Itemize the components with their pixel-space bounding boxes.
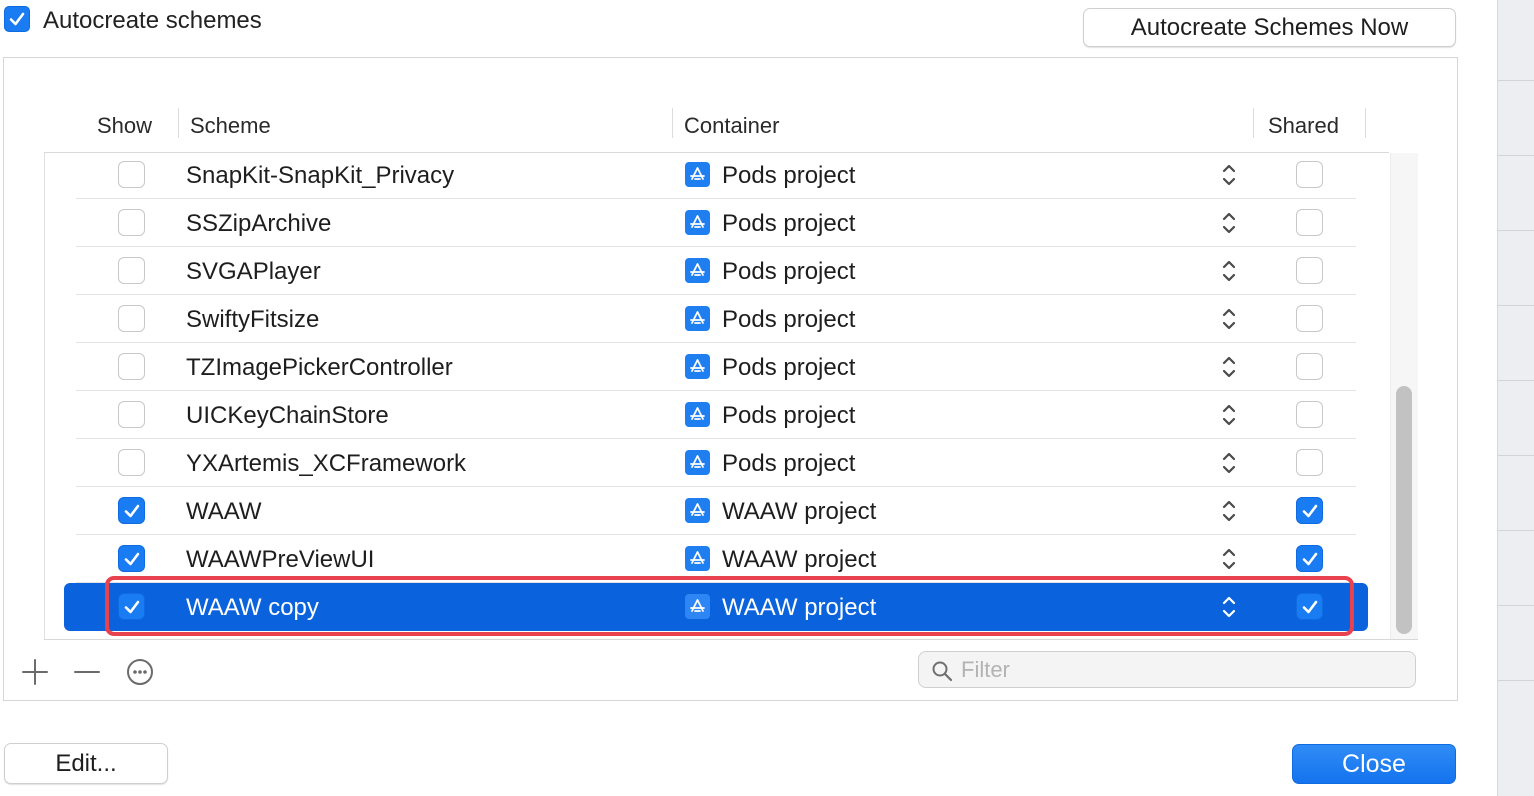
table-row[interactable]: SwiftyFitsize Pods project — [64, 295, 1368, 343]
table-row[interactable]: WAAW copy WAAW project — [64, 583, 1368, 631]
search-icon — [932, 661, 953, 682]
chevron-up-down-icon[interactable] — [1220, 162, 1238, 188]
container-name: Pods project — [722, 306, 856, 333]
scheme-name: SnapKit-SnapKit_Privacy — [186, 162, 455, 189]
scrollbar-thumb[interactable] — [1396, 386, 1412, 634]
table-row[interactable]: TZImagePickerController Pods project — [64, 343, 1368, 391]
shared-checkbox[interactable] — [1296, 353, 1323, 380]
scheme-name: SSZipArchive — [186, 210, 332, 237]
filter-input[interactable] — [961, 656, 1401, 684]
show-checkbox[interactable] — [118, 401, 145, 428]
chevron-up-down-icon[interactable] — [1220, 594, 1238, 620]
autocreate-schemes-checkbox[interactable] — [4, 6, 30, 32]
shared-checkbox[interactable] — [1296, 593, 1323, 620]
container-name: WAAW project — [722, 594, 877, 621]
shared-checkbox[interactable] — [1296, 305, 1323, 332]
container-name: WAAW project — [722, 546, 877, 573]
table-row[interactable]: YXArtemis_XCFramework Pods project — [64, 439, 1368, 487]
scheme-name: UICKeyChainStore — [186, 402, 389, 429]
chevron-up-down-icon[interactable] — [1220, 498, 1238, 524]
chevron-up-down-icon[interactable] — [1220, 306, 1238, 332]
column-header-show[interactable]: Show — [97, 113, 152, 139]
shared-checkbox[interactable] — [1296, 449, 1323, 476]
container-name: Pods project — [722, 450, 856, 477]
shared-checkbox[interactable] — [1296, 545, 1323, 572]
chevron-up-down-icon[interactable] — [1220, 258, 1238, 284]
autocreate-schemes-now-button[interactable]: Autocreate Schemes Now — [1083, 8, 1456, 47]
show-checkbox[interactable] — [118, 545, 145, 572]
app-store-project-icon — [685, 450, 710, 475]
window-edge — [1497, 0, 1534, 796]
plus-icon[interactable] — [18, 656, 52, 688]
shared-checkbox[interactable] — [1296, 401, 1323, 428]
shared-checkbox[interactable] — [1296, 257, 1323, 284]
scheme-name: WAAW copy — [186, 594, 319, 621]
app-store-project-icon — [685, 306, 710, 331]
checkmark-icon — [124, 552, 139, 565]
scheme-name: WAAWPreViewUI — [186, 546, 375, 573]
show-checkbox[interactable] — [118, 497, 145, 524]
scheme-name: SVGAPlayer — [186, 258, 321, 285]
table-row[interactable]: SSZipArchive Pods project — [64, 199, 1368, 247]
table-row[interactable]: SVGAPlayer Pods project — [64, 247, 1368, 295]
minus-icon[interactable] — [70, 656, 104, 688]
table-row[interactable]: WAAW WAAW project — [64, 487, 1368, 535]
app-store-project-icon — [685, 594, 710, 619]
show-checkbox[interactable] — [118, 209, 145, 236]
scheme-name: YXArtemis_XCFramework — [186, 450, 467, 477]
container-name: Pods project — [722, 162, 856, 189]
chevron-up-down-icon[interactable] — [1220, 450, 1238, 476]
chevron-up-down-icon[interactable] — [1220, 402, 1238, 428]
checkmark-icon — [1302, 600, 1317, 613]
scheme-name: TZImagePickerController — [186, 354, 453, 381]
app-store-project-icon — [685, 498, 710, 523]
checkmark-icon — [9, 12, 25, 26]
show-checkbox[interactable] — [118, 593, 145, 620]
table-row[interactable]: UICKeyChainStore Pods project — [64, 391, 1368, 439]
table-header: Show Scheme Container Shared — [44, 97, 1389, 153]
autocreate-schemes-label: Autocreate schemes — [43, 7, 262, 34]
column-header-container[interactable]: Container — [684, 113, 779, 139]
chevron-up-down-icon[interactable] — [1220, 546, 1238, 572]
scheme-name: SwiftyFitsize — [186, 306, 320, 333]
show-checkbox[interactable] — [118, 449, 145, 476]
table-row[interactable]: WAAWPreViewUI WAAW project — [64, 535, 1368, 583]
container-name: Pods project — [722, 402, 856, 429]
shared-checkbox[interactable] — [1296, 209, 1323, 236]
shared-checkbox[interactable] — [1296, 161, 1323, 188]
app-store-project-icon — [685, 162, 710, 187]
show-checkbox[interactable] — [118, 161, 145, 188]
column-header-scheme[interactable]: Scheme — [190, 113, 271, 139]
show-checkbox[interactable] — [118, 353, 145, 380]
table-row[interactable]: SnapKit-SnapKit_Privacy Pods project — [64, 151, 1368, 199]
chevron-up-down-icon[interactable] — [1220, 354, 1238, 380]
checkmark-icon — [124, 600, 139, 613]
scheme-name: WAAW — [186, 498, 262, 525]
ellipsis-circle-icon[interactable] — [123, 656, 157, 688]
edit-button[interactable]: Edit... — [4, 743, 168, 784]
show-checkbox[interactable] — [118, 305, 145, 332]
close-button[interactable]: Close — [1292, 744, 1456, 784]
container-name: WAAW project — [722, 498, 877, 525]
column-header-shared[interactable]: Shared — [1268, 113, 1339, 139]
container-name: Pods project — [722, 210, 856, 237]
checkmark-icon — [124, 504, 139, 517]
chevron-up-down-icon[interactable] — [1220, 210, 1238, 236]
checkmark-icon — [1302, 552, 1317, 565]
app-store-project-icon — [685, 210, 710, 235]
show-checkbox[interactable] — [118, 257, 145, 284]
filter-field[interactable] — [918, 651, 1416, 688]
app-store-project-icon — [685, 546, 710, 571]
shared-checkbox[interactable] — [1296, 497, 1323, 524]
app-store-project-icon — [685, 354, 710, 379]
container-name: Pods project — [722, 354, 856, 381]
container-name: Pods project — [722, 258, 856, 285]
checkmark-icon — [1302, 504, 1317, 517]
app-store-project-icon — [685, 402, 710, 427]
app-store-project-icon — [685, 258, 710, 283]
